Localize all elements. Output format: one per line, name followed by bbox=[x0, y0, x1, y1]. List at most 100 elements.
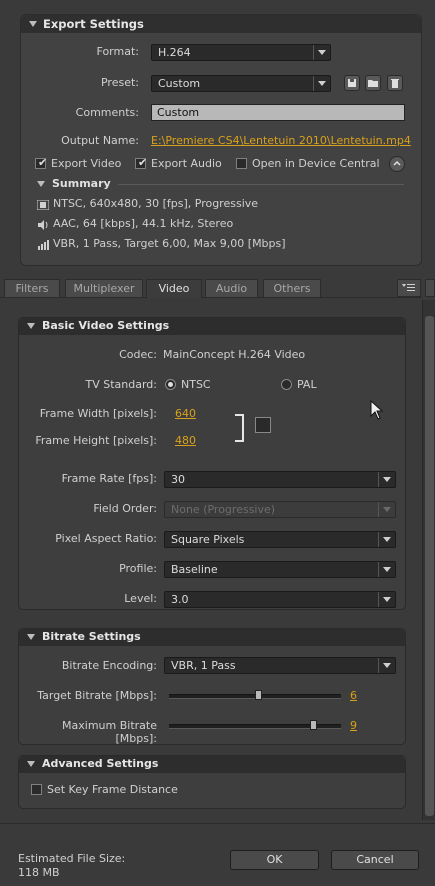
advanced-settings-header[interactable]: Advanced Settings bbox=[19, 756, 405, 773]
pal-label: PAL bbox=[297, 378, 317, 391]
profile-dropdown[interactable]: Baseline bbox=[164, 561, 396, 578]
pal-radio[interactable] bbox=[281, 379, 292, 390]
format-label: Format: bbox=[96, 45, 139, 58]
import-preset-folder-icon[interactable] bbox=[365, 75, 381, 91]
summary-audio: AAC, 64 [kbps], 44.1 kHz, Stereo bbox=[53, 217, 234, 230]
frame-rate-value: 30 bbox=[171, 473, 185, 486]
tab-video[interactable]: Video bbox=[146, 279, 202, 298]
preset-label: Preset: bbox=[100, 76, 139, 89]
pixel-aspect-ratio-value: Square Pixels bbox=[171, 533, 245, 546]
frame-rate-dropdown[interactable]: 30 bbox=[164, 471, 396, 488]
export-settings-header[interactable]: Export Settings bbox=[21, 15, 421, 33]
export-video-label: Export Video bbox=[51, 157, 122, 170]
footer-divider bbox=[0, 823, 435, 824]
chevron-down-icon bbox=[378, 562, 395, 577]
bitrate-settings-section: Bitrate Settings Bitrate Encoding: VBR, … bbox=[18, 628, 406, 745]
field-order-value: None (Progressive) bbox=[171, 503, 276, 516]
frame-rate-label: Frame Rate [fps]: bbox=[61, 472, 157, 485]
preset-value: Custom bbox=[158, 77, 201, 90]
settings-scrollbar[interactable] bbox=[422, 300, 435, 820]
basic-video-settings-header[interactable]: Basic Video Settings bbox=[19, 318, 405, 335]
target-bitrate-value[interactable]: 6 bbox=[350, 689, 357, 702]
tab-overflow bbox=[425, 279, 435, 297]
constrain-proportions-checkbox[interactable] bbox=[255, 417, 271, 433]
summary-video: NTSC, 640x480, 30 [fps], Progressive bbox=[53, 197, 259, 210]
codec-label: Codec: bbox=[119, 348, 157, 361]
summary-triangle-icon[interactable] bbox=[37, 181, 45, 187]
delete-preset-trash-icon[interactable] bbox=[387, 75, 403, 91]
format-dropdown[interactable]: H.264 bbox=[151, 44, 331, 61]
tab-audio[interactable]: Audio bbox=[205, 279, 258, 297]
checkmark-icon: ✔ bbox=[38, 156, 48, 169]
format-value: H.264 bbox=[158, 46, 191, 59]
tab-multiplexer[interactable]: Multiplexer bbox=[65, 279, 143, 297]
speaker-icon bbox=[38, 220, 48, 230]
chevron-down-icon bbox=[378, 472, 395, 487]
chevron-down-icon bbox=[378, 532, 395, 547]
chevron-down-icon bbox=[378, 592, 395, 607]
film-icon bbox=[37, 200, 49, 210]
bitrate-encoding-value: VBR, 1 Pass bbox=[171, 659, 236, 672]
max-bitrate-value[interactable]: 9 bbox=[350, 719, 357, 732]
level-label: Level: bbox=[124, 592, 157, 605]
aspect-link-bracket bbox=[235, 414, 244, 442]
bitrate-settings-header[interactable]: Bitrate Settings bbox=[19, 629, 405, 646]
max-bitrate-slider-thumb[interactable] bbox=[309, 720, 317, 730]
output-name-label: Output Name: bbox=[61, 134, 139, 147]
max-bitrate-label: Maximum Bitrate [Mbps]: bbox=[62, 719, 157, 745]
bitrate-settings-title: Bitrate Settings bbox=[42, 630, 141, 643]
export-video-checkbox[interactable]: ✔ bbox=[35, 156, 48, 169]
bitrate-graph-icon bbox=[38, 240, 49, 250]
checkmark-icon: ✔ bbox=[138, 156, 148, 169]
export-audio-label: Export Audio bbox=[151, 157, 222, 170]
basic-video-settings-section: Basic Video Settings Codec: MainConcept … bbox=[18, 317, 406, 610]
output-name-link[interactable]: E:\Premiere CS4\Lentetuin 2010\Lentetuin… bbox=[151, 134, 411, 147]
key-frame-distance-label: Set Key Frame Distance bbox=[47, 783, 178, 796]
key-frame-distance-checkbox[interactable] bbox=[31, 784, 42, 795]
bitrate-encoding-dropdown[interactable]: VBR, 1 Pass bbox=[164, 657, 396, 674]
pixel-aspect-ratio-dropdown[interactable]: Square Pixels bbox=[164, 531, 396, 548]
frame-width-value[interactable]: 640 bbox=[175, 407, 196, 420]
collapse-up-icon[interactable] bbox=[389, 156, 405, 172]
estimated-size-label: Estimated File Size: bbox=[18, 852, 126, 865]
cancel-button[interactable]: Cancel bbox=[331, 850, 419, 870]
target-bitrate-slider-thumb[interactable] bbox=[254, 690, 262, 700]
collapse-triangle-icon[interactable] bbox=[27, 761, 35, 767]
export-settings-title: Export Settings bbox=[43, 17, 144, 31]
panel-menu-icon[interactable] bbox=[397, 279, 421, 297]
mouse-cursor-icon bbox=[370, 400, 383, 420]
preset-dropdown[interactable]: Custom bbox=[151, 75, 331, 92]
frame-height-label: Frame Height [pixels]: bbox=[35, 434, 157, 447]
pixel-aspect-ratio-label: Pixel Aspect Ratio: bbox=[55, 532, 157, 545]
summary-divider bbox=[118, 184, 404, 185]
ok-button[interactable]: OK bbox=[230, 850, 319, 870]
collapse-triangle-icon[interactable] bbox=[29, 21, 37, 27]
profile-value: Baseline bbox=[171, 563, 218, 576]
estimated-size-value: 118 MB bbox=[18, 866, 60, 879]
export-settings-panel: Export Settings Format: H.264 Preset: Cu… bbox=[20, 14, 422, 266]
collapse-triangle-icon[interactable] bbox=[27, 323, 35, 329]
chevron-down-icon bbox=[313, 76, 330, 91]
codec-value: MainConcept H.264 Video bbox=[163, 348, 306, 361]
level-value: 3.0 bbox=[171, 593, 189, 606]
chevron-down-icon bbox=[378, 502, 395, 517]
comments-value: Custom bbox=[157, 106, 200, 119]
comments-field[interactable]: Custom bbox=[151, 104, 405, 121]
frame-height-value[interactable]: 480 bbox=[175, 434, 196, 447]
open-device-central-label: Open in Device Central bbox=[252, 157, 380, 170]
tab-others[interactable]: Others bbox=[263, 279, 321, 297]
advanced-settings-title: Advanced Settings bbox=[42, 757, 159, 770]
open-device-central-checkbox[interactable] bbox=[236, 158, 247, 169]
target-bitrate-label: Target Bitrate [Mbps]: bbox=[37, 689, 157, 702]
tab-filters[interactable]: Filters bbox=[4, 279, 60, 297]
chevron-down-icon bbox=[378, 658, 395, 673]
level-dropdown[interactable]: 3.0 bbox=[164, 591, 396, 608]
save-preset-icon[interactable] bbox=[344, 75, 360, 91]
field-order-dropdown[interactable]: None (Progressive) bbox=[164, 501, 396, 518]
ntsc-radio[interactable] bbox=[165, 379, 176, 390]
scrollbar-thumb[interactable] bbox=[425, 316, 434, 816]
collapse-triangle-icon[interactable] bbox=[27, 634, 35, 640]
export-audio-checkbox[interactable]: ✔ bbox=[135, 156, 148, 169]
frame-width-label: Frame Width [pixels]: bbox=[39, 407, 157, 420]
chevron-down-icon bbox=[313, 45, 330, 60]
